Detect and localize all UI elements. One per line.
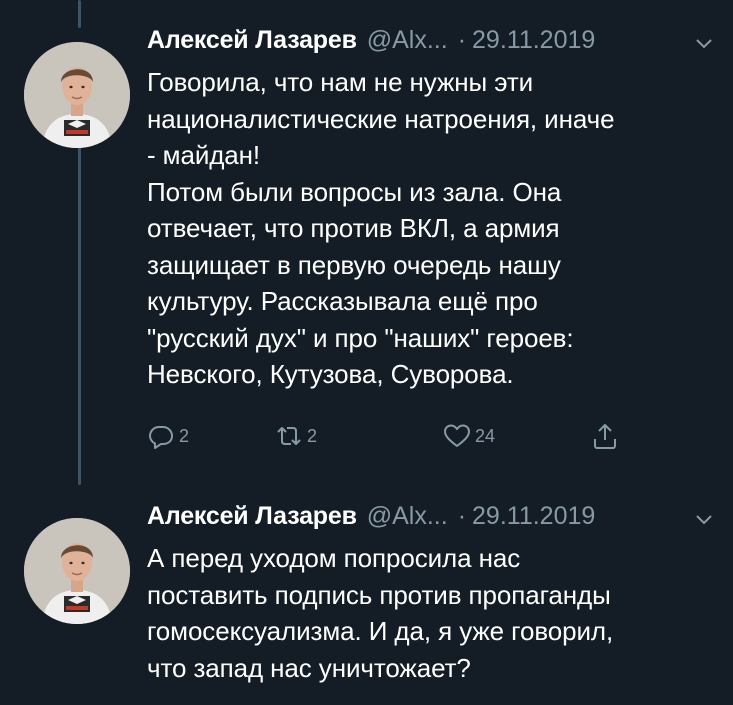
tweet-text-line: Невского, Кутузова, Суворова. [147, 359, 514, 389]
thread-connector-top [78, 0, 81, 28]
tweet-actions: 2 2 24 [147, 422, 647, 456]
tweet-text-line: отвечает, что против ВКЛ, а армия [147, 213, 560, 243]
tweet-text-line: гомосексуализма. И да, я уже говорил, [147, 616, 614, 646]
share-icon [594, 424, 616, 449]
separator-dot: · [457, 26, 467, 54]
tweet-date[interactable]: 29.11.2019 [472, 502, 595, 531]
reply-button[interactable]: 2 [147, 422, 189, 450]
tweet-text-line: - майдан! [147, 140, 261, 170]
tweet-text: А перед уходом попросила нас поставить п… [147, 540, 717, 686]
thread-connector [78, 145, 81, 485]
like-button[interactable]: 24 [443, 422, 495, 450]
reply-count: 2 [179, 425, 190, 446]
chevron-down-icon[interactable] [695, 33, 715, 56]
avatar-image [24, 42, 130, 148]
tweet-text-line: Потом были вопросы из зала. Она [147, 176, 562, 207]
tweet-text-line: "русский дух" и про "наших" героев: [147, 322, 574, 353]
author-name[interactable]: Алексей Лазарев [147, 26, 357, 55]
tweet-text-line: поставить подпись против пропаганды [147, 579, 611, 610]
retweet-count: 2 [307, 425, 318, 446]
tweet-text-line: националистические натроения, иначе [147, 103, 615, 134]
tweet-text-line: защищает в первую очередь нашу [147, 249, 561, 280]
avatar[interactable] [24, 518, 130, 624]
share-button[interactable] [591, 422, 623, 450]
avatar[interactable] [24, 42, 130, 148]
tweet-text-line: А перед уходом попросила нас [147, 543, 521, 573]
retweet-button[interactable]: 2 [275, 422, 317, 450]
tweet-text-line: культуру. Рассказывала ещё про [147, 286, 538, 316]
tweet-text-line: Говорила, что нам не нужны эти [147, 67, 534, 97]
chevron-down-icon[interactable] [695, 509, 715, 532]
author-handle[interactable]: @Alx... [367, 502, 448, 531]
reply-icon [149, 426, 173, 449]
like-count: 24 [475, 425, 496, 446]
tweet-text-line: что запад нас уничтожает? [147, 652, 471, 683]
tweet-header: Алексей Лазарев @Alx... · 29.11.2019 [147, 502, 715, 538]
author-handle[interactable]: @Alx... [367, 26, 448, 55]
retweet-icon [277, 427, 301, 445]
author-name[interactable]: Алексей Лазарев [147, 502, 357, 531]
avatar-image [24, 518, 130, 624]
tweet-header: Алексей Лазарев @Alx... · 29.11.2019 [147, 26, 715, 62]
tweet-text: Говорила, что нам не нужны эти национали… [147, 64, 717, 393]
heart-icon [444, 424, 470, 447]
tweet-date[interactable]: 29.11.2019 [472, 26, 595, 55]
separator-dot: · [457, 502, 467, 530]
